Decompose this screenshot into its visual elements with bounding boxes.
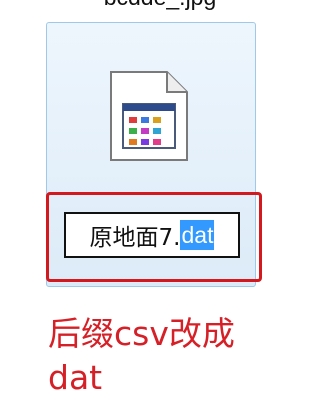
previous-file-name: bcdde_.jpg [60, 0, 260, 11]
annotation-text: 后缀csv改成 dat [48, 312, 235, 400]
file-extension-selected: dat [180, 220, 215, 250]
document-icon [109, 70, 189, 166]
annotation-line-2: dat [48, 358, 103, 397]
file-name-base: 原地面7. [89, 225, 181, 251]
annotation-line-1: 后缀csv改成 [48, 314, 235, 353]
rename-input[interactable]: 原地面7. dat [64, 212, 240, 258]
